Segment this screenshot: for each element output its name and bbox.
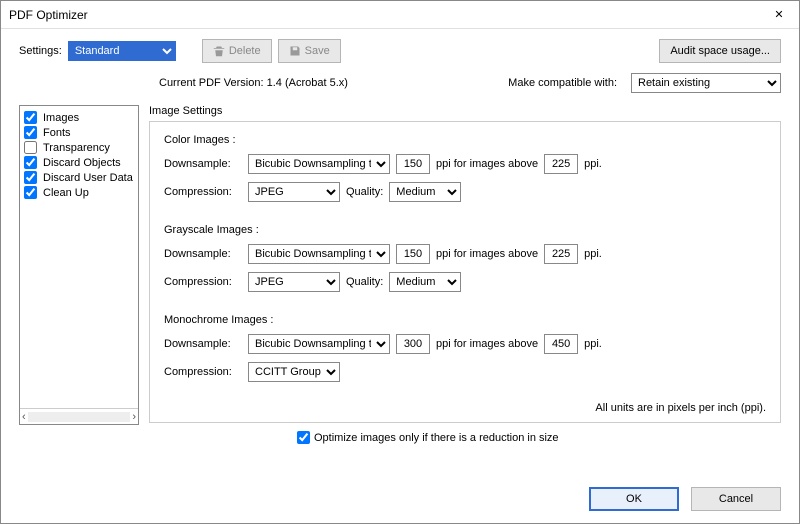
dialog-footer: OK Cancel bbox=[589, 487, 781, 511]
delete-button[interactable]: Delete bbox=[202, 39, 272, 63]
save-icon bbox=[289, 45, 301, 57]
compression-label: Compression: bbox=[164, 186, 242, 198]
units-note: All units are in pixels per inch (ppi). bbox=[595, 402, 766, 414]
ppi-mid-label: ppi for images above bbox=[436, 158, 538, 170]
color-downsample-select[interactable]: Bicubic Downsampling to bbox=[248, 154, 390, 174]
gray-quality-select[interactable]: Medium bbox=[389, 272, 461, 292]
scroll-right-icon[interactable]: › bbox=[132, 411, 136, 423]
quality-label: Quality: bbox=[346, 276, 383, 288]
sidebar-checkbox[interactable] bbox=[24, 186, 37, 199]
color-above-input[interactable] bbox=[544, 154, 578, 174]
ppi-end-label: ppi. bbox=[584, 158, 602, 170]
quality-label: Quality: bbox=[346, 186, 383, 198]
gray-above-input[interactable] bbox=[544, 244, 578, 264]
trash-icon bbox=[213, 45, 225, 57]
panel-title: Image Settings bbox=[149, 105, 781, 121]
sidebar-checkbox[interactable] bbox=[24, 111, 37, 124]
downsample-label: Downsample: bbox=[164, 158, 242, 170]
sidebar-checkbox[interactable] bbox=[24, 126, 37, 139]
sidebar-item-label: Transparency bbox=[43, 142, 110, 154]
sidebar-item-discard-objects[interactable]: Discard Objects bbox=[24, 155, 134, 170]
gray-title: Grayscale Images : bbox=[164, 224, 766, 236]
version-row: Current PDF Version: 1.4 (Acrobat 5.x) M… bbox=[1, 69, 799, 105]
sidebar-item-images[interactable]: Images bbox=[24, 110, 134, 125]
ppi-end-label: ppi. bbox=[584, 338, 602, 350]
window-title: PDF Optimizer bbox=[9, 8, 759, 22]
ppi-mid-label: ppi for images above bbox=[436, 338, 538, 350]
gray-compression-select[interactable]: JPEG bbox=[248, 272, 340, 292]
sidebar-item-label: Images bbox=[43, 112, 79, 124]
downsample-label: Downsample: bbox=[164, 338, 242, 350]
pdf-optimizer-window: PDF Optimizer ✕ Settings: Standard Delet… bbox=[0, 0, 800, 524]
gray-downsample-select[interactable]: Bicubic Downsampling to bbox=[248, 244, 390, 264]
sidebar-item-label: Discard User Data bbox=[43, 172, 133, 184]
image-settings-panel: Image Settings Color Images : Downsample… bbox=[149, 105, 781, 444]
settings-select[interactable]: Standard bbox=[68, 41, 176, 61]
compression-label: Compression: bbox=[164, 276, 242, 288]
mono-title: Monochrome Images : bbox=[164, 314, 766, 326]
downsample-label: Downsample: bbox=[164, 248, 242, 260]
settings-label: Settings: bbox=[19, 45, 62, 57]
grayscale-images-section: Grayscale Images : Downsample: Bicubic D… bbox=[164, 224, 766, 292]
category-sidebar: Images Fonts Transparency Discard Objects Di… bbox=[19, 105, 139, 425]
mono-images-section: Monochrome Images : Downsample: Bicubic … bbox=[164, 314, 766, 382]
optimize-row: Optimize images only if there is a reduc… bbox=[149, 423, 781, 444]
sidebar-item-label: Fonts bbox=[43, 127, 71, 139]
ppi-mid-label: ppi for images above bbox=[436, 248, 538, 260]
sidebar-item-label: Discard Objects bbox=[43, 157, 121, 169]
color-quality-select[interactable]: Medium bbox=[389, 182, 461, 202]
current-version-label: Current PDF Version: 1.4 (Acrobat 5.x) bbox=[159, 77, 348, 89]
sidebar-scrollbar[interactable]: ‹ › bbox=[20, 408, 138, 424]
close-button[interactable]: ✕ bbox=[759, 1, 799, 29]
sidebar-item-fonts[interactable]: Fonts bbox=[24, 125, 134, 140]
sidebar-item-clean-up[interactable]: Clean Up bbox=[24, 185, 134, 200]
sidebar-checkbox[interactable] bbox=[24, 171, 37, 184]
sidebar-checkbox[interactable] bbox=[24, 141, 37, 154]
gray-ppi-input[interactable] bbox=[396, 244, 430, 264]
toolbar: Settings: Standard Delete Save Audit spa… bbox=[1, 29, 799, 69]
audit-space-button[interactable]: Audit space usage... bbox=[659, 39, 781, 63]
compression-label: Compression: bbox=[164, 366, 242, 378]
mono-above-input[interactable] bbox=[544, 334, 578, 354]
compat-select[interactable]: Retain existing bbox=[631, 73, 781, 93]
sidebar-item-discard-user-data[interactable]: Discard User Data bbox=[24, 170, 134, 185]
sidebar-item-label: Clean Up bbox=[43, 187, 89, 199]
scroll-left-icon[interactable]: ‹ bbox=[22, 411, 26, 423]
optimize-checkbox[interactable] bbox=[297, 431, 310, 444]
mono-downsample-select[interactable]: Bicubic Downsampling to bbox=[248, 334, 390, 354]
color-compression-select[interactable]: JPEG bbox=[248, 182, 340, 202]
titlebar: PDF Optimizer ✕ bbox=[1, 1, 799, 29]
sidebar-item-transparency[interactable]: Transparency bbox=[24, 140, 134, 155]
color-images-section: Color Images : Downsample: Bicubic Downs… bbox=[164, 134, 766, 202]
close-icon: ✕ bbox=[774, 8, 783, 21]
save-button[interactable]: Save bbox=[278, 39, 341, 63]
compat-label: Make compatible with: bbox=[508, 77, 617, 89]
mono-compression-select[interactable]: CCITT Group 4 bbox=[248, 362, 340, 382]
cancel-button[interactable]: Cancel bbox=[691, 487, 781, 511]
optimize-label[interactable]: Optimize images only if there is a reduc… bbox=[314, 432, 559, 444]
mono-ppi-input[interactable] bbox=[396, 334, 430, 354]
sidebar-checkbox[interactable] bbox=[24, 156, 37, 169]
color-ppi-input[interactable] bbox=[396, 154, 430, 174]
ok-button[interactable]: OK bbox=[589, 487, 679, 511]
color-title: Color Images : bbox=[164, 134, 766, 146]
ppi-end-label: ppi. bbox=[584, 248, 602, 260]
